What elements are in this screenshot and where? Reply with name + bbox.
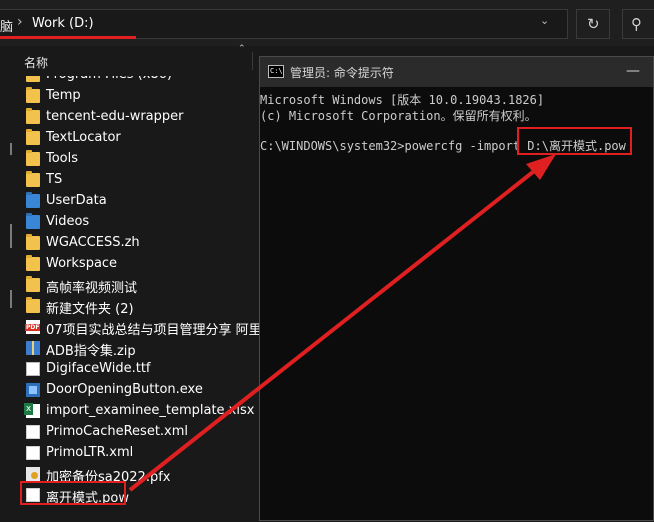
annotation-arrow [128, 154, 556, 492]
